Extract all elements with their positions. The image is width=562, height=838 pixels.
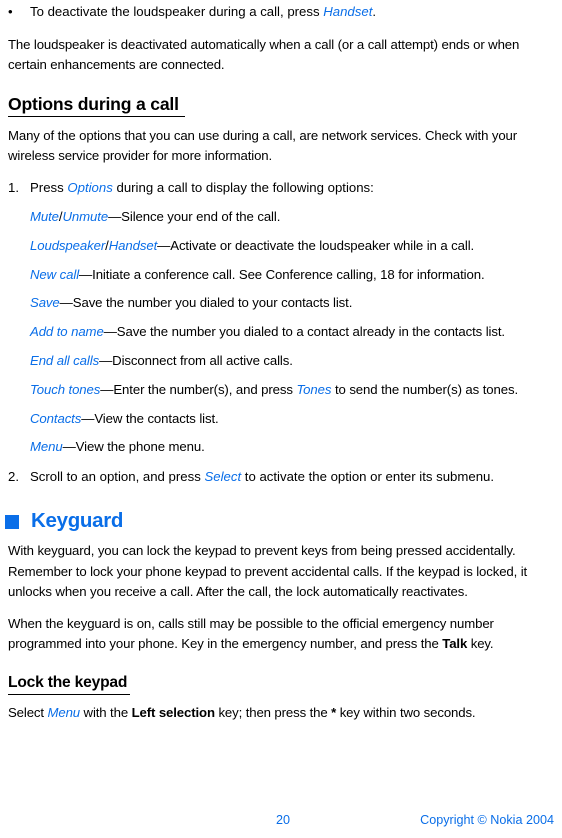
subsection-title: Lock the keypad [8,673,131,695]
option-loudspeaker-handset: Loudspeaker/Handset—Activate or deactiva… [30,236,554,257]
option-save: Save—Save the number you dialed to your … [30,293,554,314]
ui-term: End all calls [30,352,100,368]
ui-term: Options [67,179,113,195]
keyguard-paragraph-one: With keyguard, you can lock the keypad t… [8,541,554,603]
text-run: To deactivate the loudspeaker during a c… [30,4,324,19]
ui-term: Loudspeaker [30,237,106,253]
section-title: Keyguard [31,509,124,533]
text-run: Scroll to an option, and press [30,468,205,484]
text-run: —Initiate a conference call. See Confere… [79,266,485,282]
keyguard-paragraph-two: When the keyguard is on, calls still may… [8,614,554,655]
ui-term: Menu [47,704,80,720]
text-run: Select [8,704,48,720]
text-run: —View the phone menu. [62,439,205,455]
page-footer: 20 Copyright © Nokia 2004 [0,810,562,830]
option-end-all-calls: End all calls—Disconnect from all active… [30,351,554,372]
options-heading-wrap: Options during a call [8,93,554,117]
emphasis-term: Left selection [131,704,215,720]
document-page: • To deactivate the loudspeaker during a… [0,0,562,838]
option-mute-unmute: Mute/Unmute—Silence your end of the call… [30,207,554,228]
text-run: key. [467,636,494,652]
bullet-item-text: To deactivate the loudspeaker during a c… [30,2,554,23]
ui-term: Unmute [62,209,109,224]
text-run: . [372,4,377,19]
option-menu: Menu—View the phone menu. [30,437,554,458]
keyguard-heading-wrap: Keyguard [5,509,554,533]
text-run: —View the contacts list. [81,410,219,426]
copyright-notice: Copyright © Nokia 2004 [420,813,554,827]
option-new-call: New call—Initiate a conference call. See… [30,265,554,286]
text-run: with the [80,704,132,720]
ui-term: Touch tones [30,381,101,397]
text-run: key; then press the [214,704,332,720]
text-run: —Save the number you dialed to your cont… [59,295,353,311]
ui-term: Handset [108,237,158,253]
text-run: Press [30,179,68,195]
text-run: The loudspeaker is deactivated automatic… [8,36,520,73]
ui-term: Handset [323,4,373,19]
ui-term: Mute [30,209,59,224]
text-run: Many of the options that you can use dur… [8,127,518,164]
step-text: Scroll to an option, and press Select to… [30,467,554,488]
step-text: Press Options during a call to display t… [30,178,554,199]
text-run: —Enter the number(s), and press [100,381,297,397]
text-run: during a call to display the following o… [112,179,374,195]
option-add-to-name: Add to name—Save the number you dialed t… [30,322,554,343]
intro-paragraph: The loudspeaker is deactivated automatic… [8,35,554,76]
lock-keypad-heading-wrap: Lock the keypad [8,673,554,695]
ui-term: Contacts [30,410,82,426]
option-contacts: Contacts—View the contacts list. [30,409,554,430]
bullet-marker: • [8,4,13,19]
numbered-step-1: 1. Press Options during a call to displa… [8,178,554,199]
text-run: —Save the number you dialed to a contact… [103,324,505,340]
step-number: 2. [8,468,19,484]
option-touch-tones: Touch tones—Enter the number(s), and pre… [30,380,554,401]
text-run: —Silence your end of the call. [108,209,281,224]
page-content: • To deactivate the loudspeaker during a… [5,2,554,724]
numbered-step-2: 2. Scroll to an option, and press Select… [8,467,554,488]
ui-term: Menu [30,439,63,455]
page-title: Options during a call [8,93,185,117]
ui-term: Select [204,468,242,484]
text-run: —Disconnect from all active calls. [99,352,293,368]
step-number: 1. [8,179,19,195]
text-run: —Activate or deactivate the loudspeaker … [157,237,475,253]
text-run: to send the number(s) as tones. [331,381,519,397]
ui-term: Add to name [30,324,104,340]
ui-term: New call [30,266,80,282]
text-run: When the keyguard is on, calls still may… [8,615,494,652]
ui-term: Save [30,295,60,311]
text-run: key within two seconds. [336,704,476,720]
list-item: • To deactivate the loudspeaker during a… [8,2,554,23]
page-number: 20 [275,813,290,827]
text-run: With keyguard, you can lock the keypad t… [8,543,528,600]
ui-term: Tones [296,381,332,397]
option-definition-list: Mute/Unmute—Silence your end of the call… [8,207,554,458]
filled-square-icon [5,515,19,530]
text-run: to activate the option or enter its subm… [241,468,495,484]
options-intro-paragraph: Many of the options that you can use dur… [8,126,554,167]
lock-keypad-paragraph: Select Menu with the Left selection key;… [8,703,554,724]
emphasis-term: Talk [442,636,468,652]
